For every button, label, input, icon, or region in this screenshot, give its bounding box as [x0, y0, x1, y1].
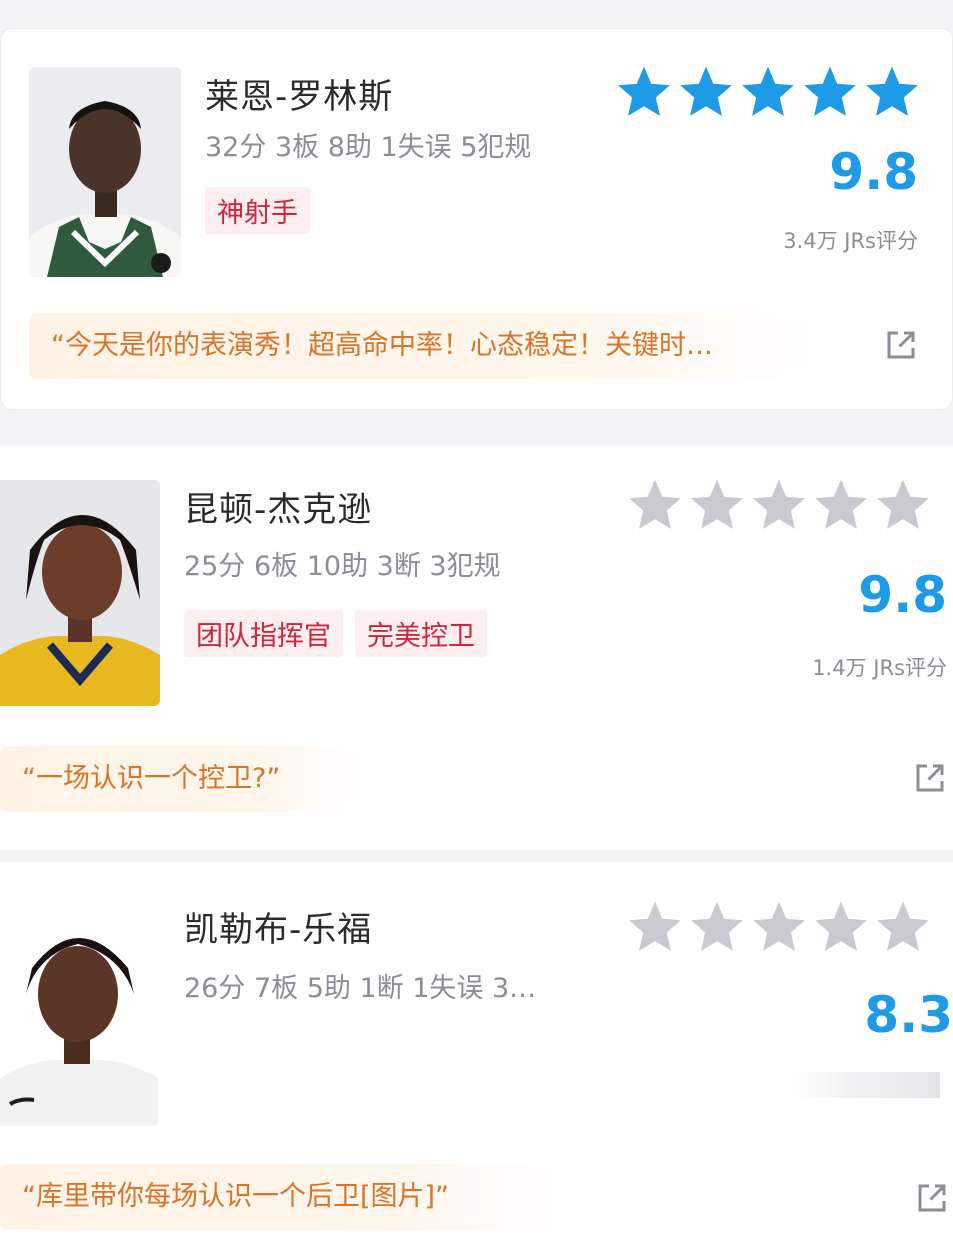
- rating-stars[interactable]: [624, 898, 934, 956]
- star-icon[interactable]: [686, 476, 748, 534]
- star-icon[interactable]: [737, 63, 799, 121]
- featured-comment[interactable]: “今天是你的表演秀！超高命中率！心态稳定！关键时…: [29, 313, 819, 379]
- player-photo: [0, 480, 160, 706]
- player-stats: 25分 6板 10助 3断 3犯规: [184, 551, 501, 582]
- star-icon[interactable]: [872, 898, 934, 956]
- share-external-icon[interactable]: [914, 1180, 950, 1216]
- star-icon[interactable]: [686, 898, 748, 956]
- player-name[interactable]: 昆顿-杰克逊: [184, 482, 372, 531]
- player-name[interactable]: 莱恩-罗林斯: [205, 69, 393, 118]
- player-ratings-list: 莱恩-罗林斯 32分 3板 8助 1失误 5犯规 神射手 9.8 3.4万 JR…: [0, 0, 953, 1242]
- star-icon[interactable]: [872, 476, 934, 534]
- player-card-1[interactable]: 莱恩-罗林斯 32分 3板 8助 1失误 5犯规 神射手 9.8 3.4万 JR…: [0, 28, 953, 410]
- star-icon[interactable]: [624, 476, 686, 534]
- obscured-rater-count: [790, 1072, 940, 1098]
- tag-list: 团队指挥官 完美控卫: [184, 610, 487, 657]
- player-photo: [29, 67, 181, 277]
- rater-count: 3.4万 JRs评分: [783, 229, 918, 253]
- rating-stars[interactable]: [624, 476, 934, 534]
- star-icon[interactable]: [748, 476, 810, 534]
- featured-comment[interactable]: “一场认识一个控卫?”: [0, 746, 360, 812]
- tag-badge: 团队指挥官: [184, 610, 343, 657]
- star-icon[interactable]: [613, 63, 675, 121]
- player-stats: 32分 3板 8助 1失误 5犯规: [205, 132, 532, 163]
- star-icon[interactable]: [799, 63, 861, 121]
- star-icon[interactable]: [675, 63, 737, 121]
- star-icon[interactable]: [624, 898, 686, 956]
- player-photo-image: [0, 480, 160, 706]
- tag-list: 神射手: [205, 187, 310, 234]
- player-photo-image: [29, 67, 181, 277]
- star-icon[interactable]: [748, 898, 810, 956]
- player-card-3[interactable]: 凯勒布-乐福 26分 7板 5助 1断 1失误 3… 8.3 “库里带你每场认识…: [0, 862, 953, 1242]
- player-stats: 26分 7板 5助 1断 1失误 3…: [184, 973, 537, 1004]
- rating-score: 8.3: [864, 986, 953, 1044]
- share-external-icon[interactable]: [883, 327, 919, 363]
- player-photo-image: [0, 898, 158, 1126]
- featured-comment[interactable]: “库里带你每场认识一个后卫[图片]”: [0, 1164, 560, 1230]
- player-photo: [0, 898, 158, 1126]
- player-name[interactable]: 凯勒布-乐福: [184, 902, 372, 951]
- star-icon[interactable]: [810, 476, 872, 534]
- rater-count: 1.4万 JRs评分: [812, 656, 947, 680]
- tag-badge: 完美控卫: [355, 610, 487, 657]
- rating-stars[interactable]: [613, 63, 923, 121]
- share-external-icon[interactable]: [912, 760, 948, 796]
- star-icon[interactable]: [861, 63, 923, 121]
- rating-score: 9.8: [829, 143, 918, 201]
- player-card-2[interactable]: 昆顿-杰克逊 25分 6板 10助 3断 3犯规 团队指挥官 完美控卫 9.8 …: [0, 446, 953, 850]
- rating-score: 9.8: [858, 566, 947, 624]
- tag-badge: 神射手: [205, 187, 310, 234]
- star-icon[interactable]: [810, 898, 872, 956]
